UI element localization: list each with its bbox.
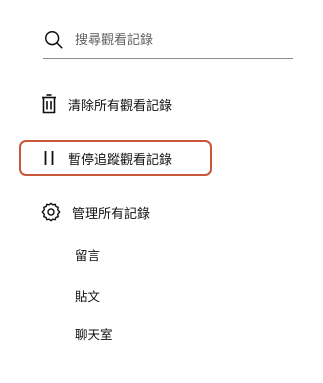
- search-box[interactable]: [43, 22, 293, 59]
- clear-all-history-label: 清除所有觀看記錄: [68, 98, 173, 114]
- pause-icon: [40, 148, 58, 168]
- gear-icon: [40, 201, 62, 223]
- clear-all-history-button[interactable]: 清除所有觀看記錄: [40, 94, 172, 114]
- manage-item-comments[interactable]: 留言: [75, 245, 100, 264]
- pause-history-label: 暫停追蹤觀看記錄: [68, 152, 173, 168]
- manage-item-chat[interactable]: 聊天室: [75, 324, 113, 343]
- manage-all-history-button[interactable]: 管理所有記錄: [40, 201, 150, 223]
- trash-icon: [40, 94, 58, 114]
- search-icon: [43, 29, 65, 51]
- search-input[interactable]: [75, 32, 275, 48]
- pause-history-button[interactable]: 暫停追蹤觀看記錄: [40, 148, 172, 168]
- manage-item-posts[interactable]: 貼文: [75, 286, 100, 305]
- manage-all-history-label: 管理所有記錄: [72, 206, 151, 222]
